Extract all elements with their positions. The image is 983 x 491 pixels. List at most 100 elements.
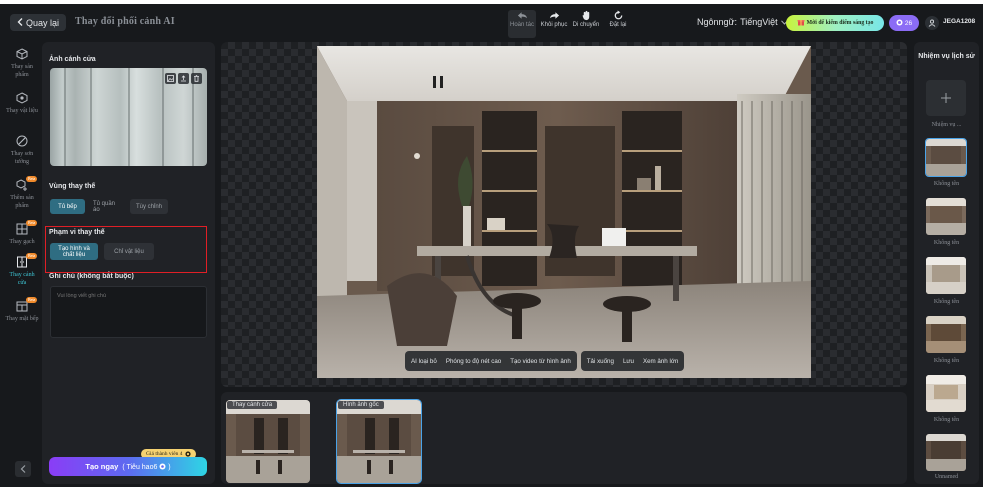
redo-label: Khôi phục xyxy=(540,22,568,28)
hand-icon xyxy=(582,10,589,21)
cube-icon xyxy=(16,48,28,60)
redo-button[interactable]: Khôi phục xyxy=(540,10,568,38)
delete-button[interactable] xyxy=(191,73,202,84)
result-card-door-replaced[interactable]: Thay cánh cửa xyxy=(226,400,310,483)
sidebar-item-label: Thay sơn tường xyxy=(10,151,34,165)
material-icon xyxy=(16,92,28,104)
user-avatar[interactable] xyxy=(925,16,939,30)
sidebar-item-add-product[interactable]: Beta Thêm sản phẩm xyxy=(5,176,39,210)
history-item[interactable] xyxy=(926,198,966,235)
beta-badge: Beta xyxy=(26,220,38,226)
create-now-button[interactable]: Tạo ngay ( Tiêu hao6 ) xyxy=(49,457,207,476)
notes-input[interactable] xyxy=(50,286,207,338)
result-card-label: Thay cánh cửa xyxy=(227,401,278,409)
coin-icon xyxy=(159,463,166,469)
history-item[interactable] xyxy=(926,316,966,353)
undo-button[interactable]: Hoàn tác xyxy=(508,10,536,38)
collapse-sidebar-button[interactable] xyxy=(15,461,31,477)
view-large-button[interactable]: Xem ảnh lớn xyxy=(643,358,678,365)
history-thumbnail xyxy=(926,257,966,294)
download-button[interactable]: Tải xuống xyxy=(587,358,614,365)
chevron-left-icon xyxy=(17,17,23,28)
language-label: Ngônngữ: xyxy=(697,17,738,27)
history-item-label: Unnamed xyxy=(934,474,959,480)
coin-icon xyxy=(896,19,903,28)
create-label: Tạo ngay xyxy=(85,462,119,471)
plus-icon xyxy=(941,93,951,103)
sidebar-item-replace-tile[interactable]: Beta Thay gạch xyxy=(5,220,39,246)
history-panel: Nhiệm vụ lịch sử Nhiệm vụ ... Không tên … xyxy=(914,42,979,484)
top-bar: Quay lại Thay đổi phối cảnh AI Hoàn tác … xyxy=(0,4,983,40)
region-option-wardrobe[interactable]: Tủ quần áo xyxy=(89,199,124,214)
ai-remove-button[interactable]: AI loại bỏ xyxy=(411,358,437,365)
image-action-bar: AI loại bỏ Phóng to độ nét cao Tạo video… xyxy=(405,351,685,371)
trash-icon xyxy=(194,75,199,82)
room-render-image xyxy=(317,46,811,378)
credits-badge[interactable]: 26 xyxy=(889,15,919,31)
sidebar-item-replace-product[interactable]: Thay sản phẩm xyxy=(5,48,39,79)
sidebar-item-replace-material[interactable]: Thay vật liệu xyxy=(5,92,39,115)
gallery-button[interactable] xyxy=(165,73,176,84)
history-thumbnail xyxy=(926,434,966,471)
result-strip: Thay cánh cửa Hình ảnh gốc xyxy=(221,392,907,484)
sidebar-item-label: Thay mặt bếp xyxy=(5,316,39,322)
credits-count: 26 xyxy=(904,19,913,27)
sidebar-item-label: Thay cánh cửa xyxy=(9,272,35,286)
reset-button[interactable]: Đặt lại xyxy=(604,10,632,38)
user-icon xyxy=(928,19,936,27)
reset-label: Đặt lại xyxy=(609,22,627,28)
history-item-label: Không tên xyxy=(933,358,960,364)
result-thumbnail xyxy=(226,400,310,483)
undo-label: Hoàn tác xyxy=(509,22,534,28)
history-item-label: Không tên xyxy=(933,299,960,305)
page-title: Thay đổi phối cảnh AI xyxy=(75,16,175,27)
history-thumbnail xyxy=(926,139,966,176)
history-thumbnail xyxy=(926,198,966,235)
history-title: Nhiệm vụ lịch sử xyxy=(918,53,975,60)
image-icon xyxy=(167,75,174,82)
sidebar-item-label: Thay gạch xyxy=(9,239,35,245)
beta-badge: Beta xyxy=(26,253,38,259)
upload-button[interactable] xyxy=(178,73,189,84)
door-image-preview[interactable] xyxy=(50,68,207,166)
result-thumbnail xyxy=(337,400,421,483)
invite-promo-button[interactable]: Mời để kiếm điểm sáng tạo xyxy=(786,15,884,31)
history-item-label: Không tên xyxy=(933,240,960,246)
create-cost-close: ) xyxy=(168,463,171,471)
region-option-kitchen-cabinet[interactable]: Tủ bếp xyxy=(50,199,85,214)
tool-sidebar: Thay sản phẩm Thay vật liệu Thay sơn tườ… xyxy=(5,42,39,484)
chevron-left-icon xyxy=(20,465,26,473)
image-to-video-button[interactable]: Tạo video từ hình ảnh xyxy=(510,358,571,365)
sidebar-item-replace-countertop[interactable]: Beta Thay mặt bếp xyxy=(5,297,39,323)
paint-icon xyxy=(16,135,28,147)
region-title: Vùng thay thế xyxy=(49,183,96,190)
history-item[interactable] xyxy=(926,434,966,471)
image-actions xyxy=(165,73,202,84)
redo-icon xyxy=(549,12,559,19)
sidebar-item-replace-door[interactable]: Beta Thay cánh cửa xyxy=(5,253,39,287)
gift-icon xyxy=(797,18,805,28)
move-button[interactable]: Di chuyển xyxy=(572,10,600,38)
back-label: Quay lại xyxy=(26,17,60,28)
history-item[interactable] xyxy=(925,138,967,177)
sidebar-item-label: Thay vật liệu xyxy=(6,108,38,114)
username[interactable]: JEGA1208 xyxy=(943,18,975,25)
save-button[interactable]: Lưu xyxy=(623,358,634,365)
result-card-label: Hình ảnh gốc xyxy=(338,401,384,409)
history-item[interactable] xyxy=(926,257,966,294)
image-canvas[interactable]: AI loại bỏ Phóng to độ nét cao Tạo video… xyxy=(221,42,907,387)
history-thumbnail xyxy=(926,375,966,412)
sidebar-item-label: Thêm sản phẩm xyxy=(10,195,34,209)
history-item[interactable] xyxy=(926,375,966,412)
new-task-button[interactable] xyxy=(926,80,966,116)
create-cost: ( Tiêu hao6 ) xyxy=(122,463,171,471)
upscale-button[interactable]: Phóng to độ nét cao xyxy=(446,358,501,365)
language-selector[interactable]: Ngônngữ: TiếngViệt xyxy=(697,17,788,27)
language-value: TiếngViệt xyxy=(740,17,778,27)
edit-toolbar: Hoàn tác Khôi phục Di chuyển Đặt lại xyxy=(508,10,632,38)
result-card-original[interactable]: Hình ảnh gốc xyxy=(336,399,422,484)
notes-title: Ghi chú (không bắt buộc) xyxy=(49,273,134,280)
back-button[interactable]: Quay lại xyxy=(10,14,67,31)
region-option-custom[interactable]: Tùy chỉnh xyxy=(130,199,168,214)
sidebar-item-wall-paint[interactable]: Thay sơn tường xyxy=(5,135,39,166)
